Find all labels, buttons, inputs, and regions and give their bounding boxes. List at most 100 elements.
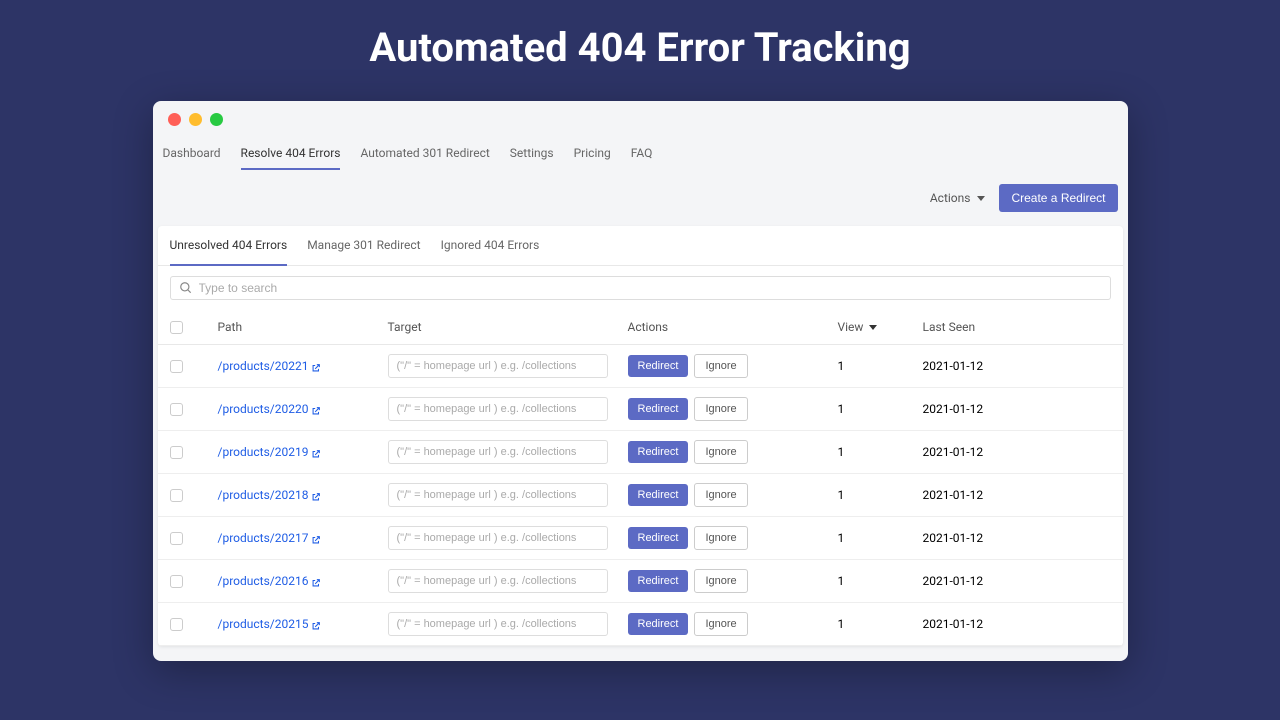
table-row: /products/20219 RedirectIgnore 12021-01-12 bbox=[158, 431, 1123, 474]
row-checkbox[interactable] bbox=[170, 489, 183, 502]
view-count: 1 bbox=[838, 531, 923, 545]
table-row: /products/20216 RedirectIgnore 12021-01-12 bbox=[158, 560, 1123, 603]
external-link-icon bbox=[311, 405, 321, 415]
external-link-icon bbox=[311, 448, 321, 458]
header-last-seen: Last Seen bbox=[923, 320, 1023, 334]
target-input[interactable] bbox=[388, 440, 608, 464]
header-view-label: View bbox=[838, 320, 864, 334]
row-checkbox[interactable] bbox=[170, 446, 183, 459]
path-link[interactable]: /products/20220 bbox=[218, 402, 309, 416]
row-checkbox[interactable] bbox=[170, 618, 183, 631]
last-seen: 2021-01-12 bbox=[923, 359, 1023, 373]
header-target: Target bbox=[388, 320, 628, 334]
view-count: 1 bbox=[838, 488, 923, 502]
target-input[interactable] bbox=[388, 569, 608, 593]
view-count: 1 bbox=[838, 617, 923, 631]
external-link-icon bbox=[311, 491, 321, 501]
redirect-button[interactable]: Redirect bbox=[628, 613, 689, 635]
nav-item[interactable]: Pricing bbox=[574, 138, 611, 170]
select-all-checkbox[interactable] bbox=[170, 321, 183, 334]
nav-item[interactable]: Automated 301 Redirect bbox=[360, 138, 489, 170]
app-window: Dashboard Resolve 404 Errors Automated 301… bbox=[153, 101, 1128, 661]
search-icon bbox=[179, 281, 193, 295]
target-input[interactable] bbox=[388, 354, 608, 378]
header-view[interactable]: View bbox=[838, 320, 923, 334]
row-checkbox[interactable] bbox=[170, 403, 183, 416]
table-header-row: Path Target Actions View Last Seen bbox=[158, 310, 1123, 345]
search-container bbox=[158, 266, 1123, 310]
view-count: 1 bbox=[838, 445, 923, 459]
view-count: 1 bbox=[838, 402, 923, 416]
view-count: 1 bbox=[838, 359, 923, 373]
path-link[interactable]: /products/20219 bbox=[218, 445, 309, 459]
table-row: /products/20218 RedirectIgnore 12021-01-12 bbox=[158, 474, 1123, 517]
nav-item[interactable]: FAQ bbox=[631, 138, 653, 170]
last-seen: 2021-01-12 bbox=[923, 445, 1023, 459]
subtab[interactable]: Ignored 404 Errors bbox=[441, 226, 540, 266]
table-body: /products/20221RedirectIgnore12021-01-12… bbox=[158, 345, 1123, 646]
nav-item[interactable]: Settings bbox=[510, 138, 554, 170]
window-titlebar bbox=[153, 101, 1128, 138]
header-actions: Actions bbox=[628, 320, 838, 334]
close-icon[interactable] bbox=[168, 113, 181, 126]
ignore-button[interactable]: Ignore bbox=[694, 354, 747, 378]
maximize-icon[interactable] bbox=[210, 113, 223, 126]
subtab[interactable]: Manage 301 Redirect bbox=[307, 226, 420, 266]
redirect-button[interactable]: Redirect bbox=[628, 527, 689, 549]
table-row: /products/20221 RedirectIgnore 12021-01-12 bbox=[158, 345, 1123, 388]
redirect-button[interactable]: Redirect bbox=[628, 484, 689, 506]
row-checkbox[interactable] bbox=[170, 360, 183, 373]
create-redirect-button[interactable]: Create a Redirect bbox=[999, 184, 1117, 212]
chevron-down-icon bbox=[977, 196, 985, 201]
content-card: Unresolved 404 Errors Manage 301 Redirect… bbox=[158, 226, 1123, 646]
path-link[interactable]: /products/20218 bbox=[218, 488, 309, 502]
ignore-button[interactable]: Ignore bbox=[694, 526, 747, 550]
ignore-button[interactable]: Ignore bbox=[694, 483, 747, 507]
table-row: /products/20215 RedirectIgnore 12021-01-12 bbox=[158, 603, 1123, 646]
ignore-button[interactable]: Ignore bbox=[694, 569, 747, 593]
actions-label: Actions bbox=[930, 191, 971, 205]
nav-item[interactable]: Resolve 404 Errors bbox=[241, 138, 341, 170]
subtabs: Unresolved 404 Errors Manage 301 Redirect… bbox=[158, 226, 1123, 266]
target-input[interactable] bbox=[388, 526, 608, 550]
ignore-button[interactable]: Ignore bbox=[694, 612, 747, 636]
redirect-button[interactable]: Redirect bbox=[628, 355, 689, 377]
external-link-icon bbox=[311, 534, 321, 544]
path-link[interactable]: /products/20215 bbox=[218, 617, 309, 631]
redirect-button[interactable]: Redirect bbox=[628, 398, 689, 420]
header-path: Path bbox=[218, 320, 388, 334]
sort-descending-icon bbox=[869, 325, 877, 330]
last-seen: 2021-01-12 bbox=[923, 402, 1023, 416]
path-link[interactable]: /products/20217 bbox=[218, 531, 309, 545]
nav-item[interactable]: Dashboard bbox=[163, 138, 221, 170]
last-seen: 2021-01-12 bbox=[923, 574, 1023, 588]
row-checkbox[interactable] bbox=[170, 532, 183, 545]
row-checkbox[interactable] bbox=[170, 575, 183, 588]
ignore-button[interactable]: Ignore bbox=[694, 440, 747, 464]
target-input[interactable] bbox=[388, 483, 608, 507]
table-row: /products/20220 RedirectIgnore 12021-01-12 bbox=[158, 388, 1123, 431]
redirect-button[interactable]: Redirect bbox=[628, 441, 689, 463]
search-box[interactable] bbox=[170, 276, 1111, 300]
last-seen: 2021-01-12 bbox=[923, 531, 1023, 545]
target-input[interactable] bbox=[388, 397, 608, 421]
external-link-icon bbox=[311, 620, 321, 630]
path-link[interactable]: /products/20221 bbox=[218, 359, 309, 373]
target-input[interactable] bbox=[388, 612, 608, 636]
ignore-button[interactable]: Ignore bbox=[694, 397, 747, 421]
page-heading: Automated 404 Error Tracking bbox=[0, 0, 1280, 101]
external-link-icon bbox=[311, 577, 321, 587]
minimize-icon[interactable] bbox=[189, 113, 202, 126]
toolbar: Actions Create a Redirect bbox=[153, 170, 1128, 226]
actions-dropdown[interactable]: Actions bbox=[930, 191, 986, 205]
last-seen: 2021-01-12 bbox=[923, 488, 1023, 502]
path-link[interactable]: /products/20216 bbox=[218, 574, 309, 588]
view-count: 1 bbox=[838, 574, 923, 588]
search-input[interactable] bbox=[199, 281, 1102, 295]
last-seen: 2021-01-12 bbox=[923, 617, 1023, 631]
redirect-button[interactable]: Redirect bbox=[628, 570, 689, 592]
main-nav: Dashboard Resolve 404 Errors Automated 301… bbox=[153, 138, 1128, 170]
table-row: /products/20217 RedirectIgnore 12021-01-12 bbox=[158, 517, 1123, 560]
external-link-icon bbox=[311, 362, 321, 372]
subtab[interactable]: Unresolved 404 Errors bbox=[170, 226, 288, 266]
